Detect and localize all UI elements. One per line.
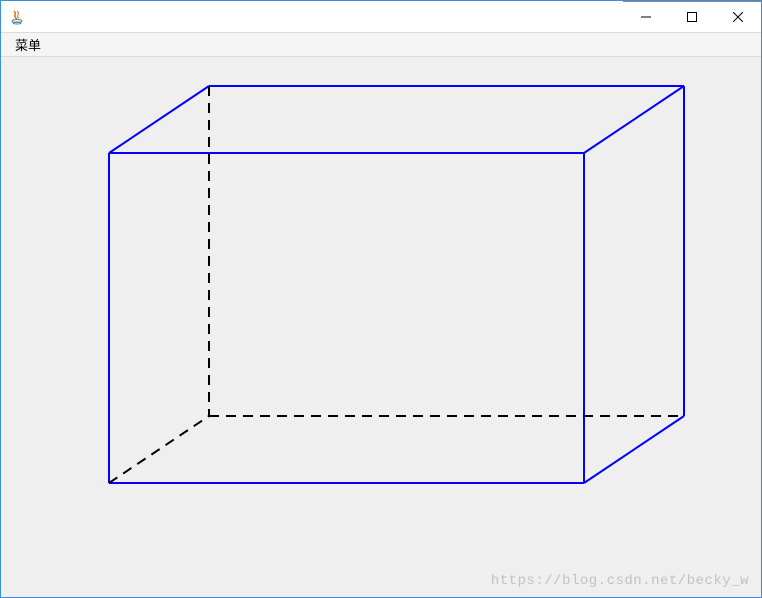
close-icon — [733, 12, 743, 22]
cuboid-drawing — [1, 57, 761, 597]
titlebar — [1, 1, 761, 33]
canvas-area: https://blog.csdn.net/becky_w — [1, 57, 761, 597]
watermark-text: https://blog.csdn.net/becky_w — [491, 573, 749, 589]
menubar: 菜单 — [1, 33, 761, 57]
minimize-icon — [641, 12, 651, 22]
titlebar-left — [1, 9, 31, 25]
close-button[interactable] — [715, 2, 761, 32]
menu-item-main[interactable]: 菜单 — [7, 33, 49, 56]
window-controls — [623, 1, 761, 32]
maximize-icon — [687, 12, 697, 22]
maximize-button[interactable] — [669, 2, 715, 32]
app-window: 菜单 https://blog.csdn.net/becky_w — [0, 0, 762, 598]
java-icon — [9, 9, 25, 25]
minimize-button[interactable] — [623, 2, 669, 32]
